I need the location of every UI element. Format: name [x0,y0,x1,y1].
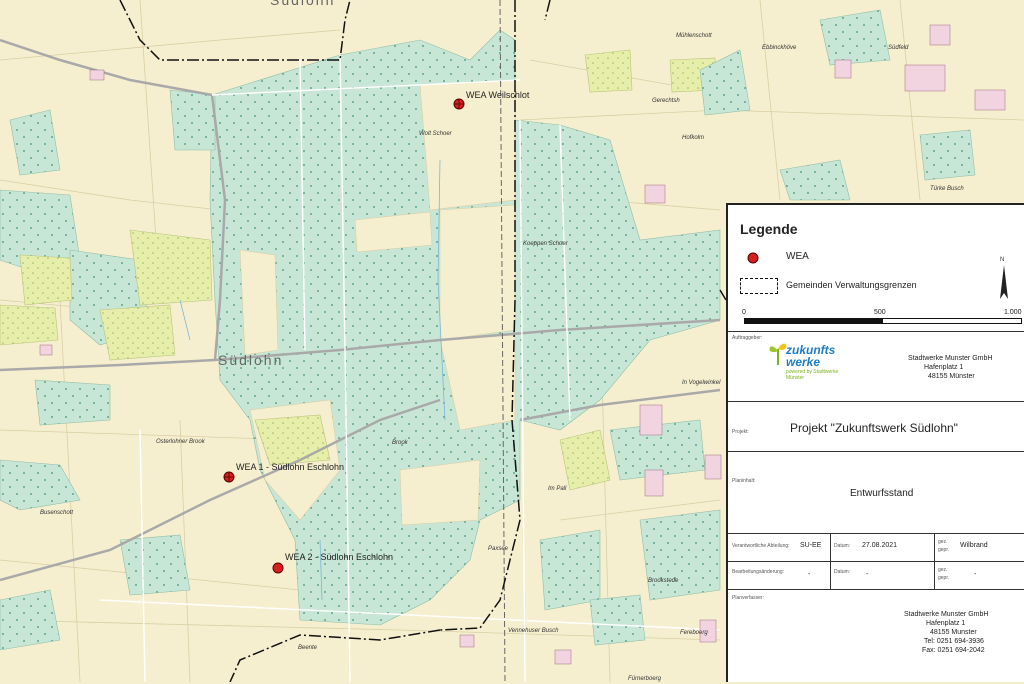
divider [830,561,831,589]
dept-caption: Verantwortliche Abteilung: [732,543,790,549]
place-label-suedlohn-top: Südlohn [270,0,336,8]
project-title: Projekt "Zukunftswerk Südlohn" [790,421,958,435]
place-label-beente: Beente [298,645,318,651]
change-gez-caption: gez. [938,567,948,573]
scale-bar [744,318,1022,324]
creator-name: Stadtwerke Munster GmbH [904,611,989,618]
place-label-gerechtsh: Gerechtsh [652,98,680,104]
gez-value: Wilbrand [960,542,988,549]
legend-section: Legende WEA Gemeinden Verwaltungsgrenzen… [728,205,1024,332]
dept-value: SU-EE [800,542,822,549]
plan-title: Entwurfsstand [850,488,914,499]
north-arrow-icon: N [1000,257,1008,299]
legend-item-boundary: Gemeinden Verwaltungsgrenzen [786,280,917,290]
divider [934,561,935,589]
change-gez-value: - [974,571,977,578]
plan-section: Planinhalt: Entwurfsstand [728,451,1024,534]
wea-marker-weilschlot[interactable] [453,98,465,110]
project-section: Projekt: Projekt "Zukunftswerk Südlohn" [728,401,1024,452]
change-value: - [808,571,811,578]
place-label-vogelwinkel: In Vogelwinkel [682,380,721,386]
change-row: Bearbeitungsänderung: - Datum: - gez. ge… [728,561,1024,590]
gez-caption: gez. [938,539,948,545]
plan-caption: Planinhalt: [732,478,756,484]
place-label-suedlohn: Südlohn [218,352,284,368]
client-name: Stadtwerke Munster GmbH [908,355,993,362]
wea-marker-1[interactable] [223,471,235,483]
place-label-brookstede: Brookstede [648,578,679,584]
date-caption: Datum: [834,543,851,549]
place-label-muehlenschott: Mühlenschott [676,33,712,39]
creator-caption: Planverfasser: [732,595,764,601]
legend-title: Legende [740,221,798,237]
date-value: 27.08.2021 [862,542,898,549]
wea-marker-2[interactable] [272,562,284,574]
legend-item-wea: WEA [786,251,809,262]
client-caption: Auftraggeber: [732,335,763,341]
divider [934,533,935,561]
client-street: Hafenplatz 1 [924,364,964,371]
scale-label-1000: 1.000 [1004,309,1022,316]
place-label-im-pall: Im Pall [548,486,567,492]
wea-label-1: WEA 1 - Südlohn Eschlohn [236,462,345,472]
dept-row: Verantwortliche Abteilung: SU-EE Datum: … [728,533,1024,562]
creator-fax: Fax: 0251 694-2042 [922,647,985,654]
place-label-vennehuser-busch: Vennehuser Busch [508,628,559,634]
legend-title-panel: Legende WEA Gemeinden Verwaltungsgrenzen… [726,203,1024,682]
place-label-hofkoeln: Hofkolm [682,135,705,141]
wea-label-weilschlot: WEA Weilschlot [466,90,530,100]
client-city: 48155 Münster [928,373,975,380]
boundary-legend-symbol [740,278,778,294]
place-label-koeppen-schoer: Koeppen Schoer [523,241,568,247]
place-label-paxdorf: Fürnerboerg [628,676,662,682]
change-date-caption: Datum: [834,569,851,575]
project-caption: Projekt: [732,429,749,435]
place-label-suedfeld: Südfeld [888,45,909,51]
divider [830,533,831,561]
creator-street: Hafenplatz 1 [926,620,966,627]
place-label-brook: Brook [392,440,408,446]
gepr-caption: gepr. [938,547,950,553]
client-section: Auftraggeber: zukunfts werke powered by … [728,331,1024,402]
wea-legend-symbol [747,252,759,264]
place-label-wolt-schoer: Wolt Schoer [419,131,452,137]
logo-icon [769,343,787,365]
place-label-fereboerg: Fereboerg [680,630,708,636]
scale-label-0: 0 [742,309,746,316]
creator-section: Planverfasser: Stadtwerke Munster GmbH H… [728,589,1024,684]
change-gepr-caption: gepr. [938,575,950,581]
svg-text:N: N [1000,257,1004,263]
place-label-paxsee: Paxsee [488,546,509,552]
wea-label-2: WEA 2 - Südlohn Eschlohn [285,552,394,562]
place-label-tueske-busch: Türke Busch [930,186,964,192]
place-label-ebbinckhoeve: Ebbinckhöve [762,45,797,51]
place-label-busenschott: Busenschott [40,510,74,516]
logo-text-werke: werke [786,355,821,369]
creator-tel: Tel: 0251 694-3936 [924,638,984,645]
scale-label-500: 500 [874,309,886,316]
place-label-osterlohner-brook: Osterlohner Brook [156,439,205,445]
change-date-value: - [866,571,869,578]
change-caption: Bearbeitungsänderung: [732,569,784,575]
creator-city: 48155 Munster [930,629,977,636]
logo-subtext: powered by Stadtwerke Münster [786,369,839,381]
